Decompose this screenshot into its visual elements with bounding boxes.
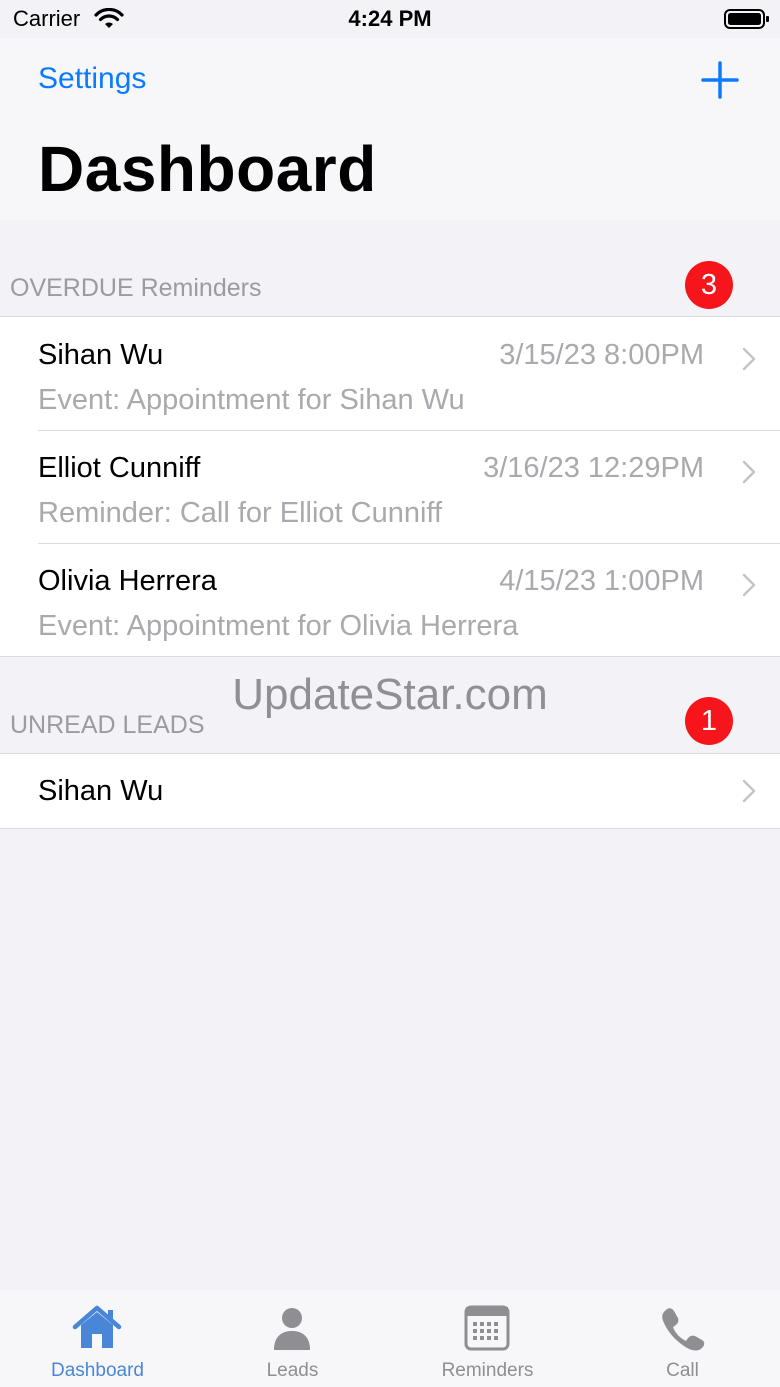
nav-header: Settings Dashboard — [0, 38, 780, 220]
phone-icon — [662, 1308, 705, 1351]
reminder-name: Olivia Herrera — [38, 565, 217, 597]
reminder-date: 3/15/23 8:00PM — [499, 339, 704, 371]
calendar-icon — [464, 1305, 510, 1351]
reminder-row[interactable]: Elliot Cunniff 3/16/23 12:29PM Reminder:… — [0, 430, 780, 543]
lead-row[interactable]: Sihan Wu — [0, 754, 780, 828]
reminder-name: Sihan Wu — [38, 339, 164, 371]
overdue-reminders-list: Sihan Wu 3/15/23 8:00PM Event: Appointme… — [0, 316, 780, 657]
chevron-right-icon — [742, 460, 756, 484]
tab-label: Leads — [266, 1360, 319, 1381]
page-title: Dashboard — [38, 133, 377, 205]
tab-dashboard[interactable]: Dashboard — [0, 1290, 195, 1387]
tab-leads[interactable]: Leads — [195, 1290, 390, 1387]
status-bar: Carrier 4:24 PM — [0, 0, 780, 38]
status-time: 4:24 PM — [348, 6, 432, 31]
tab-reminders[interactable]: Reminders — [390, 1290, 585, 1387]
plus-icon[interactable] — [700, 60, 740, 100]
reminder-detail: Event: Appointment for Olivia Herrera — [38, 610, 519, 642]
reminder-row[interactable]: Sihan Wu 3/15/23 8:00PM Event: Appointme… — [0, 317, 780, 430]
unread-leads-section-header: UNREAD LEADS — [10, 711, 205, 739]
house-icon — [72, 1305, 122, 1348]
reminder-detail: Event: Appointment for Sihan Wu — [38, 384, 465, 416]
overdue-count-badge: 3 — [685, 261, 733, 309]
reminder-name: Elliot Cunniff — [38, 452, 201, 484]
unread-leads-list: Sihan Wu — [0, 753, 780, 829]
person-icon — [274, 1308, 310, 1350]
tab-label: Dashboard — [51, 1360, 144, 1381]
tab-call[interactable]: Call — [585, 1290, 780, 1387]
chevron-right-icon — [742, 779, 756, 803]
tab-label: Call — [666, 1360, 699, 1381]
chevron-right-icon — [742, 573, 756, 597]
tab-label: Reminders — [441, 1360, 534, 1381]
reminder-row[interactable]: Olivia Herrera 4/15/23 1:00PM Event: App… — [0, 543, 780, 656]
settings-button[interactable]: Settings — [38, 62, 146, 96]
overdue-section-header: OVERDUE Reminders — [10, 274, 262, 302]
reminder-detail: Reminder: Call for Elliot Cunniff — [38, 497, 443, 529]
unread-count-badge: 1 — [685, 697, 733, 745]
reminder-date: 4/15/23 1:00PM — [499, 565, 704, 597]
reminder-date: 3/16/23 12:29PM — [483, 452, 704, 484]
battery-icon — [724, 9, 769, 29]
chevron-right-icon — [742, 347, 756, 371]
lead-name: Sihan Wu — [38, 775, 164, 807]
tab-bar: Dashboard Leads Reminders Call — [0, 1290, 780, 1387]
